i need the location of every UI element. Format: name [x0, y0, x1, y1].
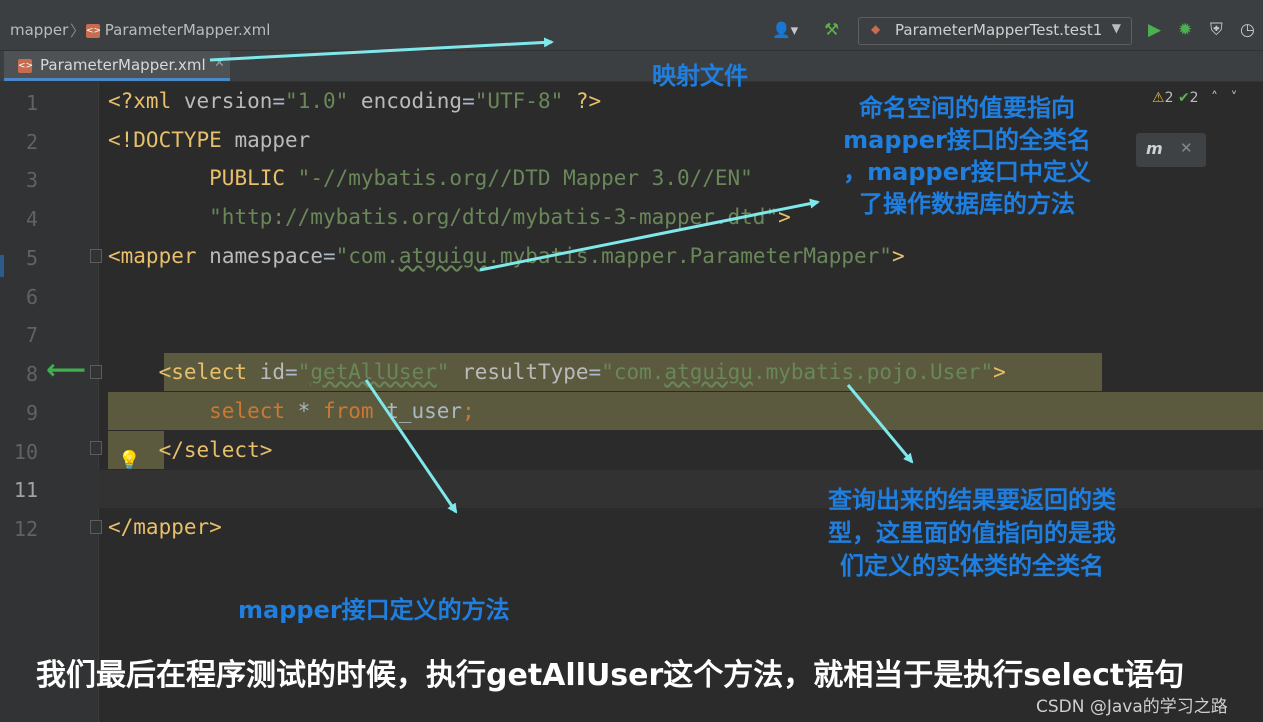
- arrow-to-mapping-file: [209, 37, 554, 62]
- annotation-mapping-file: 映射文件: [652, 62, 748, 90]
- watermark: CSDN @Java的学习之路: [1036, 697, 1228, 717]
- arrow-to-namespace-note: [479, 198, 820, 272]
- annotation-result-note: 查询出来的结果要返回的类 型，这里面的值指向的是我 们定义的实体类的全类名: [828, 486, 1116, 580]
- arrow-to-result-note: [846, 384, 914, 464]
- annotation-namespace-note: 命名空间的值要指向 mapper接口的全类名 ，mapper接口中定义 了操作数…: [843, 94, 1091, 218]
- annotation-method-note: mapper接口定义的方法: [238, 596, 510, 624]
- caption-text: 我们最后在程序测试的时候，执行getAllUser这个方法，就相当于是执行sel…: [36, 658, 1185, 693]
- arrow-to-method-note: [364, 379, 458, 514]
